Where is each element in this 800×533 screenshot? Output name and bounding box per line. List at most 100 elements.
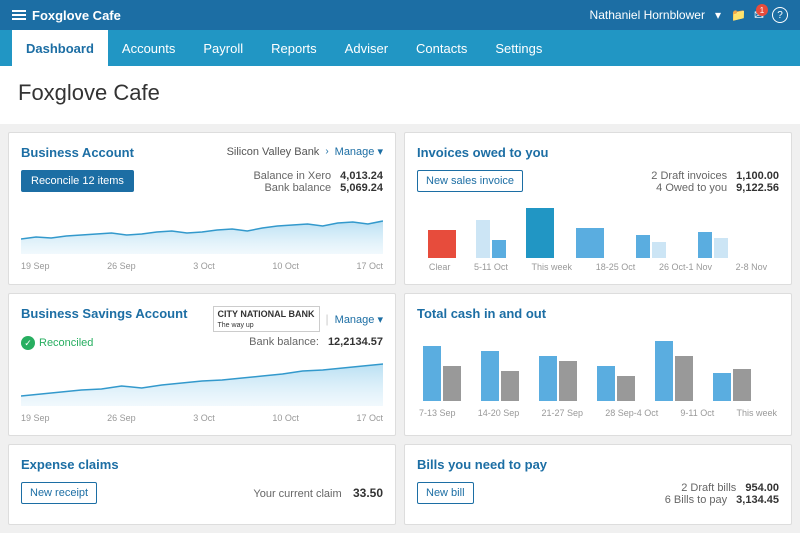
expense-claim-info: Your current claim 33.50 bbox=[253, 486, 383, 500]
savings-bank-balance-value: 12,2134.57 bbox=[328, 336, 383, 348]
draft-bills-row: 2 Draft bills 954.00 bbox=[665, 482, 779, 494]
reconciled-badge: ✓ Reconciled bbox=[21, 336, 93, 350]
top-bar-right: Nathaniel Hornblower ▾ 📁 ✉ 1 ? bbox=[590, 7, 788, 23]
bank-balance-label: Bank balance bbox=[264, 182, 331, 194]
expense-header: Expense claims bbox=[21, 457, 383, 478]
bills-to-pay-row: 6 Bills to pay 3,134.45 bbox=[665, 494, 779, 506]
draft-bills-label: 2 Draft bills bbox=[681, 482, 736, 494]
business-balance-row: Reconcile 12 items Balance in Xero 4,013… bbox=[21, 170, 383, 198]
savings-account-card: Business Savings Account CITY NATIONAL B… bbox=[8, 293, 396, 436]
new-invoice-button[interactable]: New sales invoice bbox=[417, 170, 523, 192]
folder-icon[interactable]: 📁 bbox=[731, 8, 746, 22]
current-claim-value: 33.50 bbox=[353, 486, 383, 500]
owed-invoices-label: 4 Owed to you bbox=[656, 182, 727, 194]
date-label-2: 26 Sep bbox=[107, 261, 136, 271]
bank-balance-value: 5,069.24 bbox=[340, 182, 383, 194]
business-manage-link[interactable]: Manage ▾ bbox=[335, 145, 383, 158]
inv-date-2: 5-11 Oct bbox=[474, 262, 508, 272]
app-logo: Foxglove Cafe bbox=[12, 8, 121, 23]
savings-chart-dates: 19 Sep 26 Sep 3 Oct 10 Oct 17 Oct bbox=[21, 413, 383, 423]
bank-balance-row: Bank balance 5,069.24 bbox=[253, 182, 383, 194]
current-claim-label: Your current claim bbox=[253, 488, 341, 500]
draft-invoices-amount: 1,100.00 bbox=[736, 170, 779, 182]
date-label-3: 3 Oct bbox=[193, 261, 215, 271]
cash-date-1: 7-13 Sep bbox=[419, 408, 456, 418]
nav-contacts[interactable]: Contacts bbox=[402, 30, 481, 66]
cash-date-6: This week bbox=[736, 408, 777, 418]
balance-xero-label: Balance in Xero bbox=[253, 170, 331, 182]
help-icon[interactable]: ? bbox=[772, 7, 788, 23]
bills-header: Bills you need to pay bbox=[417, 457, 779, 478]
draft-bills-amount: 954.00 bbox=[745, 482, 779, 494]
chevron-down-icon: ▾ bbox=[715, 8, 721, 22]
check-circle-icon: ✓ bbox=[21, 336, 35, 350]
balance-xero-row: Balance in Xero 4,013.24 bbox=[253, 170, 383, 182]
total-cash-title: Total cash in and out bbox=[417, 306, 546, 321]
bills-actions-row: New bill 2 Draft bills 954.00 6 Bills to… bbox=[417, 482, 779, 506]
invoices-chart-dates: Clear 5-11 Oct This week 18-25 Oct 26 Oc… bbox=[417, 262, 779, 272]
savings-balance-info: Bank balance: 12,2134.57 bbox=[249, 336, 383, 348]
sav-date-4: 10 Oct bbox=[272, 413, 299, 423]
app-name: Foxglove Cafe bbox=[32, 8, 121, 23]
inv-date-1: Clear bbox=[429, 262, 451, 272]
nav-bar: Dashboard Accounts Payroll Reports Advis… bbox=[0, 30, 800, 66]
sav-date-2: 26 Sep bbox=[107, 413, 136, 423]
balance-xero-value: 4,013.24 bbox=[340, 170, 383, 182]
expense-claims-card: Expense claims New receipt Your current … bbox=[8, 444, 396, 525]
business-balance-info: Balance in Xero 4,013.24 Bank balance 5,… bbox=[253, 170, 383, 194]
total-cash-chart bbox=[417, 331, 779, 406]
bills-to-pay-amount: 3,134.45 bbox=[736, 494, 779, 506]
bills-stats: 2 Draft bills 954.00 6 Bills to pay 3,13… bbox=[665, 482, 779, 506]
nav-settings[interactable]: Settings bbox=[481, 30, 556, 66]
business-account-card: Business Account Silicon Valley Bank › M… bbox=[8, 132, 396, 285]
savings-bank-balance-label: Bank balance: bbox=[249, 336, 319, 348]
draft-invoices-row: 2 Draft invoices 1,100.00 bbox=[651, 170, 779, 182]
business-account-title: Business Account bbox=[21, 145, 134, 160]
total-cash-dates: 7-13 Sep 14-20 Sep 21-27 Sep 28 Sep-4 Oc… bbox=[417, 408, 779, 418]
main-area: Business Account Silicon Valley Bank › M… bbox=[0, 124, 800, 533]
reconcile-button[interactable]: Reconcile 12 items bbox=[21, 170, 134, 192]
cash-date-3: 21-27 Sep bbox=[541, 408, 583, 418]
bank-separator: | bbox=[326, 312, 329, 326]
nav-accounts[interactable]: Accounts bbox=[108, 30, 189, 66]
invoices-bar-chart bbox=[417, 200, 779, 260]
expense-title: Expense claims bbox=[21, 457, 119, 472]
savings-manage-link[interactable]: Manage ▾ bbox=[335, 313, 383, 326]
sav-date-3: 3 Oct bbox=[193, 413, 215, 423]
logo-icon bbox=[12, 10, 26, 20]
sav-date-1: 19 Sep bbox=[21, 413, 50, 423]
total-cash-card: Total cash in and out bbox=[404, 293, 792, 436]
owed-invoices-row: 4 Owed to you 9,122.56 bbox=[651, 182, 779, 194]
dashboard-grid: Business Account Silicon Valley Bank › M… bbox=[8, 132, 792, 525]
invoices-title: Invoices owed to you bbox=[417, 145, 548, 160]
mail-icon[interactable]: ✉ 1 bbox=[754, 8, 764, 22]
top-bar-icons: 📁 ✉ 1 ? bbox=[731, 7, 788, 23]
expense-row: New receipt Your current claim 33.50 bbox=[21, 482, 383, 504]
inv-date-4: 18-25 Oct bbox=[596, 262, 636, 272]
nav-adviser[interactable]: Adviser bbox=[331, 30, 402, 66]
new-bill-button[interactable]: New bill bbox=[417, 482, 474, 504]
bills-card: Bills you need to pay New bill 2 Draft b… bbox=[404, 444, 792, 525]
page-title: Foxglove Cafe bbox=[18, 80, 782, 106]
page-header: Foxglove Cafe bbox=[0, 66, 800, 124]
inv-date-5: 26 Oct-1 Nov bbox=[659, 262, 712, 272]
city-bank-logo: CITY NATIONAL BANKThe way up bbox=[213, 306, 320, 332]
nav-payroll[interactable]: Payroll bbox=[189, 30, 257, 66]
business-account-chart bbox=[21, 204, 383, 259]
cash-date-5: 9-11 Oct bbox=[680, 408, 714, 418]
new-receipt-button[interactable]: New receipt bbox=[21, 482, 97, 504]
inv-date-6: 2-8 Nov bbox=[736, 262, 768, 272]
business-bank-name: Silicon Valley Bank bbox=[227, 146, 320, 158]
business-account-header: Business Account Silicon Valley Bank › M… bbox=[21, 145, 383, 166]
bank-link-icon: › bbox=[325, 146, 328, 157]
sav-date-5: 17 Oct bbox=[356, 413, 383, 423]
nav-reports[interactable]: Reports bbox=[257, 30, 331, 66]
cash-date-4: 28 Sep-4 Oct bbox=[605, 408, 658, 418]
total-cash-header: Total cash in and out bbox=[417, 306, 779, 327]
nav-dashboard[interactable]: Dashboard bbox=[12, 30, 108, 66]
cash-date-2: 14-20 Sep bbox=[478, 408, 520, 418]
bills-to-pay-label: 6 Bills to pay bbox=[665, 494, 727, 506]
business-chart-dates: 19 Sep 26 Sep 3 Oct 10 Oct 17 Oct bbox=[21, 261, 383, 271]
invoices-header: Invoices owed to you bbox=[417, 145, 779, 166]
invoice-stats: 2 Draft invoices 1,100.00 4 Owed to you … bbox=[651, 170, 779, 194]
